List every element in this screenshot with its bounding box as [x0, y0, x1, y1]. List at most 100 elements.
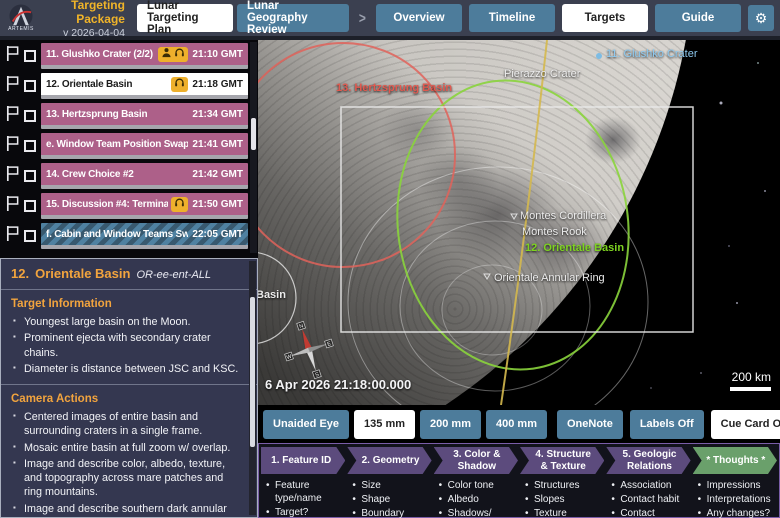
timeline-row: 12. Orientale Basin 21:18 GMT	[5, 71, 248, 101]
timeline-row-card[interactable]: e. Window Team Position Swap 21:41 GMT	[41, 133, 248, 159]
workflow-bullet: Shadows/ illumination	[439, 507, 518, 518]
timeline-scrollbar-thumb[interactable]	[251, 118, 256, 150]
workflow-bullet: Any changes?	[698, 507, 777, 518]
view-button-135-mm[interactable]: 135 mm	[354, 409, 416, 439]
nav-timeline[interactable]: Timeline	[469, 4, 555, 32]
timeline-row-card[interactable]: 11. Glushko Crater (2/2) 21:10 GMT	[41, 43, 248, 69]
moon-map-viewport[interactable]: N E S W 13. Hertzsprung Basin Pierazzo Cr…	[258, 40, 780, 405]
row-checkbox[interactable]	[24, 50, 36, 62]
artemis-logo-text: ARTEMIS	[8, 26, 34, 32]
workflow-step-title: 2. Geometry	[347, 447, 431, 474]
map-scale-bar	[730, 387, 771, 391]
workflow-step-title: 3. Color & Shadow	[434, 447, 518, 474]
section-heading: Target Information	[11, 298, 112, 310]
flag-icon[interactable]	[5, 195, 20, 217]
nav-guide[interactable]: Guide	[655, 4, 741, 32]
left-panel: 11. Glushko Crater (2/2) 21:10 GMT 12. Ori…	[0, 40, 258, 518]
row-label: 12. Orientale Basin	[46, 78, 133, 90]
app-title: Lunar Targeting Package	[71, 0, 125, 26]
timeline-row-card[interactable]: 13. Hertzsprung Basin 21:34 GMT	[41, 103, 248, 129]
timeline-row: 15. Discussion #4: Terminator 21:50 GMT	[5, 191, 248, 221]
headphones-icon	[174, 75, 185, 93]
workflow-bullet: Texture	[525, 507, 604, 518]
row-checkbox[interactable]	[24, 200, 36, 212]
workflow-step-bullets: Color toneAlbedoShadows/ illumination	[434, 479, 518, 518]
row-label: 11. Glushko Crater (2/2)	[46, 48, 153, 60]
settings-button[interactable]: ⚙	[748, 5, 774, 31]
workflow-bullet: Target? (yes/no)	[266, 506, 345, 518]
lunar-targeting-app: ARTEMIS Lunar Targeting Package v 2026-0…	[0, 0, 780, 518]
row-time: 21:42 GMT	[192, 168, 243, 180]
timeline-row-card[interactable]: 14. Crew Choice #2 21:42 GMT	[41, 163, 248, 189]
timeline-row: 14. Crew Choice #2 21:42 GMT	[5, 161, 248, 191]
nav-targets[interactable]: Targets	[562, 4, 648, 32]
map-datetime: 6 Apr 2026 21:18:00.000	[265, 377, 412, 392]
tab-lunar-geography-review[interactable]: Lunar Geography Review	[236, 0, 350, 36]
timeline-list: 11. Glushko Crater (2/2) 21:10 GMT 12. Ori…	[0, 40, 258, 255]
workflow-bullet: Feature type/name	[266, 479, 345, 505]
flag-icon[interactable]	[5, 75, 20, 97]
workflow-bullet: Size	[352, 479, 431, 492]
flag-icon[interactable]	[5, 105, 20, 127]
person-icon	[161, 45, 172, 63]
hertzsprung-circle	[258, 42, 456, 268]
detail-bullet: Prominent ejecta with secondary crater c…	[11, 331, 241, 360]
cordillera-marker	[510, 213, 518, 220]
detail-bullet: Centered images of entire basin and surr…	[11, 410, 241, 439]
flag-icon[interactable]	[5, 135, 20, 157]
timeline-scrollbar[interactable]	[250, 42, 257, 253]
detail-bullet: Image and describe southern dark annular…	[11, 502, 241, 517]
timeline-row: 11. Glushko Crater (2/2) 21:10 GMT	[5, 41, 248, 71]
target-details-header: 12. Orientale Basin OR-ee-ent-ALL	[11, 266, 241, 281]
tool-button-onenote[interactable]: OneNote	[556, 409, 623, 439]
plan-tabs: Lunar Targeting Plan Lunar Geography Revi…	[136, 0, 350, 36]
workflow-step-bullets: SizeShapeBoundary Preservation	[347, 479, 431, 518]
workflow-step-title: 5. Geologic Relations	[606, 447, 690, 474]
flag-icon[interactable]	[5, 45, 20, 67]
gear-icon: ⚙	[754, 9, 768, 26]
map-label: 11. Glushko Crater	[606, 48, 698, 60]
row-checkbox[interactable]	[24, 110, 36, 122]
flag-icon[interactable]	[5, 225, 20, 247]
map-overlay-graphics: N E S W	[258, 40, 694, 405]
row-label: e. Window Team Position Swap	[46, 138, 189, 150]
workflow-bullet: Impressions	[698, 479, 777, 492]
annular-ring-marker	[483, 273, 491, 280]
workflow-bullet: Association	[611, 479, 690, 492]
row-checkbox[interactable]	[24, 230, 36, 242]
row-checkbox[interactable]	[24, 140, 36, 152]
details-scrollbar-thumb[interactable]	[250, 297, 255, 447]
workflow-bullet: Shape	[352, 493, 431, 506]
view-button-400-mm[interactable]: 400 mm	[486, 409, 547, 439]
workflow-step: 2. Geometry SizeShapeBoundary Preservatio…	[347, 447, 431, 518]
tab-lunar-targeting-plan[interactable]: Lunar Targeting Plan	[136, 0, 233, 36]
workflow-step-bullets: ImpressionsInterpretationsAny changes?	[693, 479, 777, 518]
timeline-row-card[interactable]: f. Cabin and Window Teams Swap 22:05 GMT	[41, 223, 248, 249]
row-checkbox[interactable]	[24, 170, 36, 182]
details-scrollbar[interactable]	[249, 261, 256, 515]
top-bar: ARTEMIS Lunar Targeting Package v 2026-0…	[0, 0, 780, 51]
row-time: 21:41 GMT	[192, 138, 243, 150]
target-pronunciation: OR-ee-ent-ALL	[136, 269, 212, 281]
target-detail-sections: Target Information Youngest large basin o…	[1, 289, 257, 517]
row-checkbox[interactable]	[24, 80, 36, 92]
workflow-step: 3. Color & Shadow Color toneAlbedoShadows…	[434, 447, 518, 518]
detail-bullet: Youngest large basin on the Moon.	[11, 315, 241, 329]
tool-button-cue-card-off[interactable]: Cue Card Off	[710, 409, 780, 439]
tool-button-labels-off[interactable]: Labels Off	[629, 409, 704, 439]
row-time: 22:05 GMT	[192, 228, 243, 240]
view-button-200-mm[interactable]: 200 mm	[420, 409, 481, 439]
workflow-step-title: 4. Structure & Texture	[520, 447, 604, 474]
target-details-panel: 12. Orientale Basin OR-ee-ent-ALL Target I…	[0, 258, 258, 518]
view-button-unaided-eye[interactable]: Unaided Eye	[263, 409, 350, 439]
nav-group: Overview Timeline Targets Guide ⚙	[376, 4, 774, 32]
row-label: f. Cabin and Window Teams Swap	[46, 228, 189, 240]
flag-icon[interactable]	[5, 165, 20, 187]
nav-overview[interactable]: Overview	[376, 4, 462, 32]
map-scale-label: 200 km	[731, 370, 771, 384]
timeline-row-card[interactable]: 15. Discussion #4: Terminator 21:50 GMT	[41, 193, 248, 219]
tabs-chevron-icon[interactable]: >	[357, 10, 369, 27]
workflow-step-bullets: StructuresSlopesTexture	[520, 479, 604, 518]
timeline-row-card[interactable]: 12. Orientale Basin 21:18 GMT	[41, 73, 248, 99]
map-label: Basin	[258, 289, 286, 301]
